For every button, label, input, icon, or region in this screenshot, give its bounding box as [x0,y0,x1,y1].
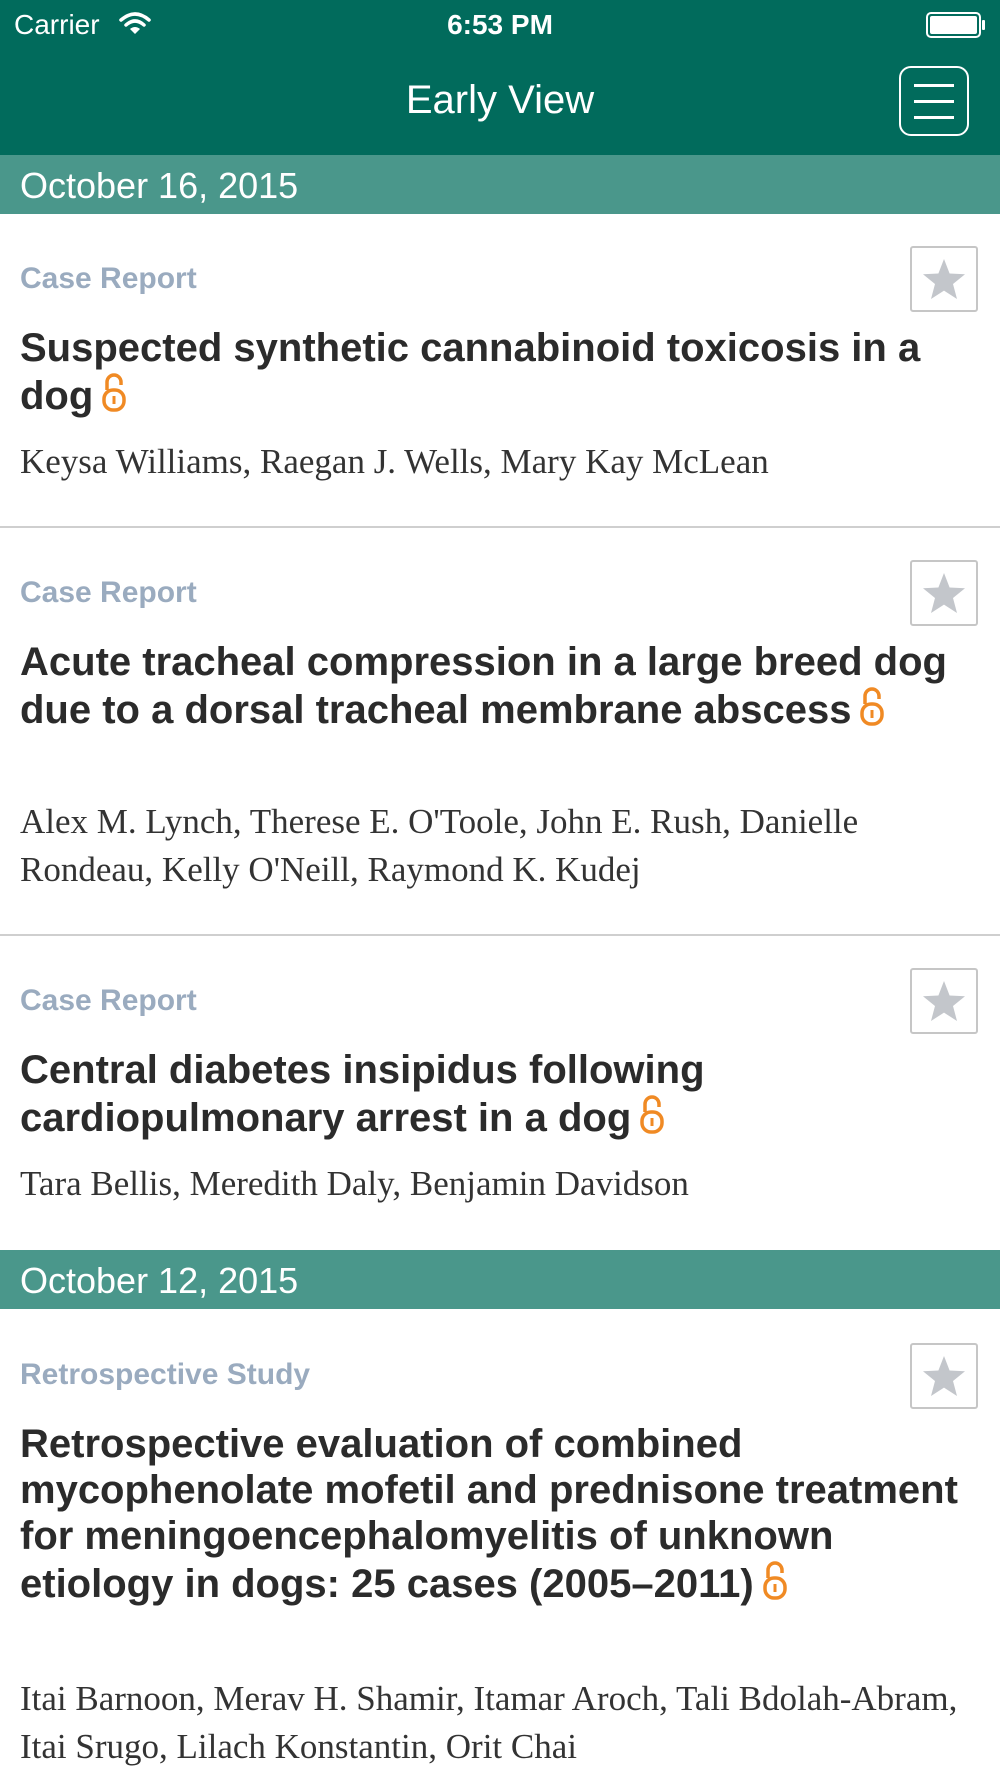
favorite-button[interactable] [910,246,978,312]
article-authors: Tara Bellis, Meredith Daly, Benjamin Dav… [20,1164,689,1203]
hamburger-menu-icon [914,84,954,87]
open-lock-icon [860,687,885,726]
article-title[interactable]: Suspected synthetic cannabinoid toxicosi… [20,325,980,419]
article-authors: Itai Barnoon, Merav H. Shamir, Itamar Ar… [20,1679,958,1766]
date-header-label: October 12, 2015 [20,1260,299,1301]
date-header-label: October 16, 2015 [20,165,299,206]
article-title[interactable]: Retrospective evaluation of combined myc… [20,1421,980,1607]
favorite-button[interactable] [910,1343,978,1409]
article-category: Retrospective Study [20,1358,311,1391]
article-title[interactable]: Central diabetes insipidus following car… [20,1047,980,1141]
article-title[interactable]: Acute tracheal compression in a large br… [20,639,980,733]
battery-icon [926,12,985,38]
article-authors: Alex M. Lynch, Therese E. O'Toole, John … [20,802,859,889]
article-item[interactable]: Case Report Suspected synthetic cannabin… [0,214,1000,526]
star-icon [923,573,965,613]
open-lock-icon [762,1561,787,1600]
star-icon [923,981,965,1021]
navigation-bar: Early View [0,48,1000,155]
page-title: Early View [405,78,595,122]
date-header: October 12, 2015 [0,1250,1000,1309]
open-lock-icon [640,1095,664,1134]
star-icon [923,1356,965,1396]
favorite-button[interactable] [910,968,978,1034]
open-lock-icon [102,373,127,412]
favorite-button[interactable] [910,560,978,626]
status-bar: Carrier 6:53 PM [0,0,1000,48]
article-category: Case Report [20,984,197,1017]
article-category: Case Report [20,576,197,609]
article-item[interactable]: Case Report Central diabetes insipidus f… [0,936,1000,1249]
date-header: October 16, 2015 [0,155,1000,214]
article-category: Case Report [20,262,197,295]
clock-time: 6:53 PM [447,9,553,40]
article-item[interactable]: Case Report Acute tracheal compression i… [0,528,1000,934]
article-item[interactable]: Retrospective Study Retrospective evalua… [0,1309,1000,1778]
star-icon [923,259,965,299]
menu-button[interactable] [899,66,969,136]
article-authors: Keysa Williams, Raegan J. Wells, Mary Ka… [20,442,769,481]
